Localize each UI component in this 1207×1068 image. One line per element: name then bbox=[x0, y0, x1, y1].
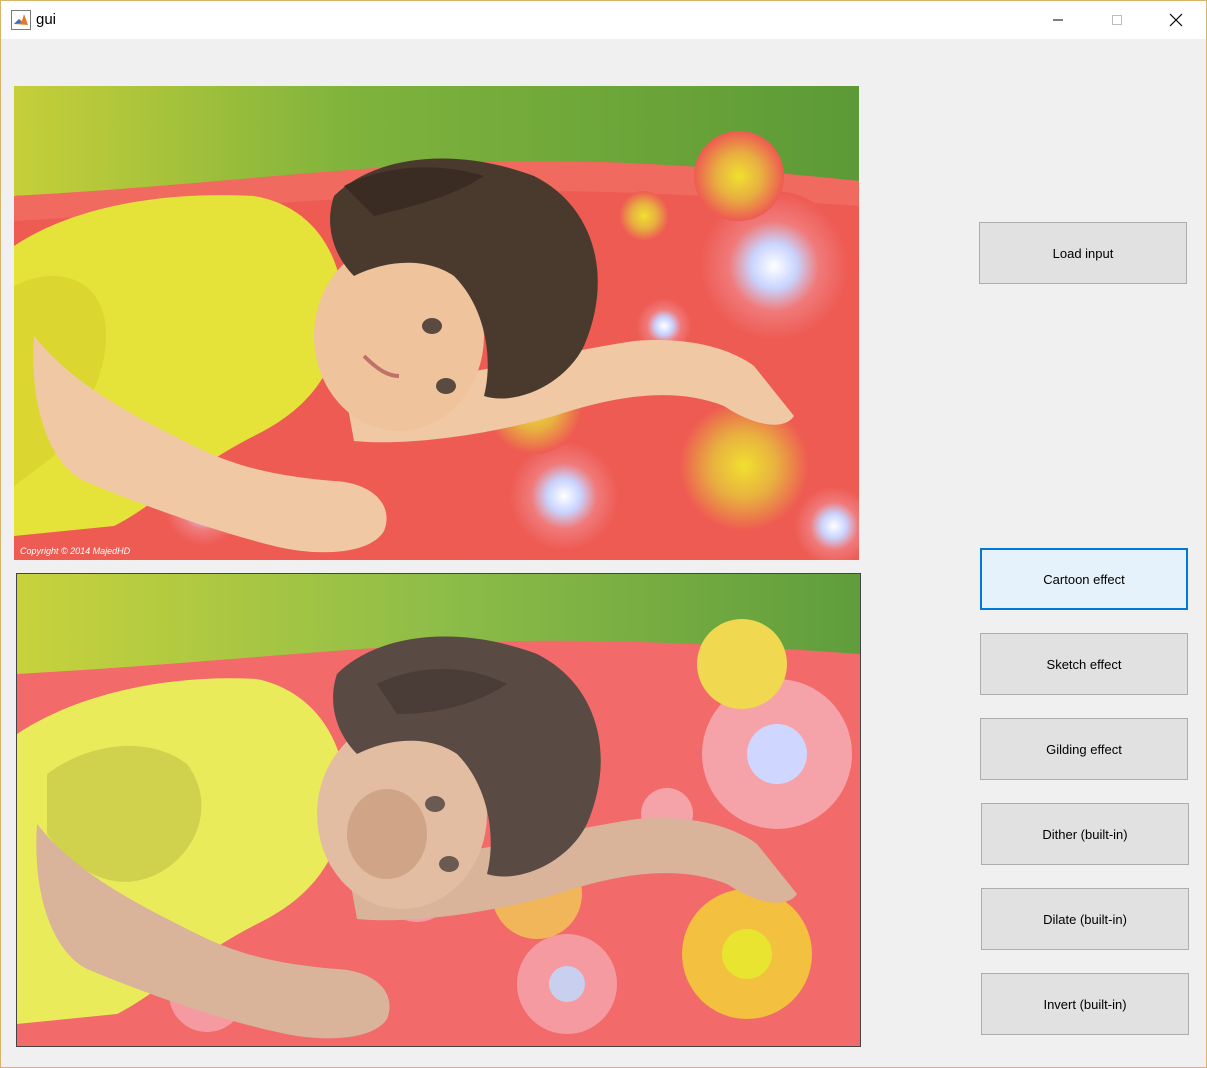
input-photo bbox=[14, 86, 859, 560]
invert-button[interactable]: Invert (built-in) bbox=[981, 973, 1189, 1035]
dilate-button[interactable]: Dilate (built-in) bbox=[981, 888, 1189, 950]
gilding-effect-button[interactable]: Gilding effect bbox=[980, 718, 1188, 780]
app-window: gui Copyright © 2014 MajedHD Load input … bbox=[0, 0, 1207, 1068]
title-bar[interactable]: gui bbox=[1, 1, 1206, 39]
client-area: Copyright © 2014 MajedHD Load input Cart… bbox=[1, 39, 1206, 1067]
minimize-icon bbox=[1053, 19, 1063, 21]
minimize-button[interactable] bbox=[1029, 1, 1087, 39]
copyright-watermark: Copyright © 2014 MajedHD bbox=[20, 546, 131, 556]
input-image-axes: Copyright © 2014 MajedHD bbox=[14, 86, 859, 560]
window-title: gui bbox=[36, 11, 57, 28]
matlab-icon bbox=[11, 10, 31, 30]
output-image-axes bbox=[16, 573, 861, 1047]
maximize-icon bbox=[1112, 15, 1122, 25]
maximize-button[interactable] bbox=[1088, 1, 1146, 39]
close-icon bbox=[1169, 13, 1183, 27]
output-photo bbox=[17, 574, 860, 1046]
close-button[interactable] bbox=[1147, 1, 1205, 39]
sketch-effect-button[interactable]: Sketch effect bbox=[980, 633, 1188, 695]
load-input-button[interactable]: Load input bbox=[979, 222, 1187, 284]
dither-button[interactable]: Dither (built-in) bbox=[981, 803, 1189, 865]
cartoon-effect-button[interactable]: Cartoon effect bbox=[980, 548, 1188, 610]
